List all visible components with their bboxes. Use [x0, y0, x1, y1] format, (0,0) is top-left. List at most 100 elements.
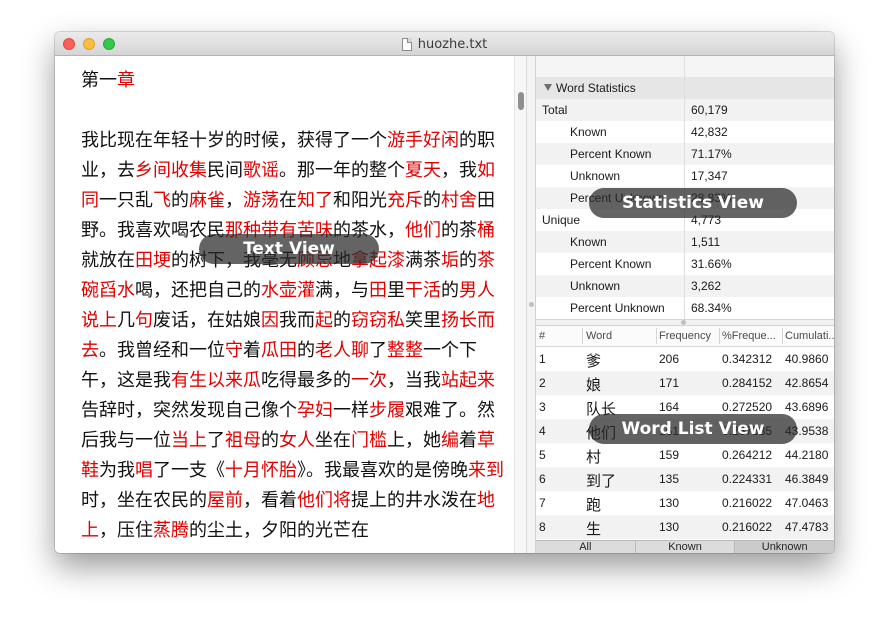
- highlighted-word[interactable]: 屋前: [207, 490, 243, 511]
- highlighted-word[interactable]: 唱: [135, 460, 153, 481]
- word-list-row[interactable]: 5 村 159 0.264212 44.2180: [536, 443, 834, 467]
- word-list-row[interactable]: 1 爹 206 0.342312 40.9860: [536, 347, 834, 371]
- column-header-word[interactable]: Word: [586, 330, 654, 342]
- statistics-row[interactable]: Unknown 17,347: [536, 165, 834, 187]
- highlighted-word[interactable]: 干活: [405, 280, 441, 301]
- highlighted-word[interactable]: 一次: [351, 370, 387, 391]
- highlighted-word[interactable]: 站起来: [441, 370, 495, 391]
- highlighted-word[interactable]: 当上: [171, 430, 207, 451]
- vertical-splitter[interactable]: [526, 56, 536, 553]
- text-run: 满茶: [405, 250, 441, 271]
- statistics-row[interactable]: Percent Unknown 68.34%: [536, 297, 834, 319]
- word-rank: 7: [539, 496, 546, 510]
- highlighted-word[interactable]: 他们将: [297, 490, 351, 511]
- highlighted-word[interactable]: 田埂: [135, 250, 171, 271]
- text-scrollbar-thumb[interactable]: [518, 92, 524, 110]
- highlighted-word[interactable]: 瓜田: [261, 340, 297, 361]
- highlighted-word[interactable]: 起: [315, 310, 333, 331]
- highlighted-word[interactable]: 窃窃私: [351, 310, 405, 331]
- highlighted-word[interactable]: 游手好闲: [387, 130, 459, 151]
- highlighted-word[interactable]: 蒸腾: [153, 520, 189, 541]
- text-run: 的: [441, 280, 459, 301]
- word-frequency: 130: [659, 496, 680, 510]
- highlighted-word[interactable]: 句: [135, 310, 153, 331]
- highlighted-word[interactable]: 编: [441, 430, 459, 451]
- word-cumulative: 42.8654: [785, 376, 829, 390]
- highlighted-word[interactable]: 村舍: [441, 190, 477, 211]
- statistic-label: Known: [570, 235, 607, 249]
- word-rank: 5: [539, 448, 546, 462]
- highlighted-word[interactable]: 田: [369, 280, 387, 301]
- right-pane: Word Statistics Total 60,179 Known 42,832 Pe…: [536, 56, 834, 553]
- statistics-row[interactable]: Percent Known 71.17%: [536, 143, 834, 165]
- word-list-row[interactable]: 6 到了 135 0.224331 46.3849: [536, 467, 834, 491]
- highlighted-word[interactable]: 孕妇: [297, 400, 333, 421]
- highlighted-word[interactable]: 祖母: [225, 430, 261, 451]
- statistics-row[interactable]: Known 1,511: [536, 231, 834, 253]
- text-run: 一只乱: [99, 190, 153, 211]
- text-run: 第一: [81, 70, 117, 91]
- highlighted-word[interactable]: 桶: [477, 220, 495, 241]
- word-percent-frequency: 0.342312: [722, 352, 773, 366]
- statistic-label: Known: [570, 125, 607, 139]
- tab-unknown[interactable]: Unknown: [735, 541, 834, 553]
- statistic-label: Unique: [542, 213, 581, 227]
- highlighted-word[interactable]: 来到: [468, 460, 504, 481]
- text-run: 时，坐在农民的: [81, 490, 207, 511]
- highlighted-word[interactable]: 章: [117, 70, 135, 91]
- text-run: 的: [171, 190, 189, 211]
- statistic-value: 68.34%: [691, 301, 732, 315]
- text-run: ，: [225, 190, 243, 211]
- column-header-cumulative[interactable]: Cumulati...: [785, 330, 834, 342]
- statistics-group-row[interactable]: Word Statistics: [536, 77, 834, 99]
- tab-known[interactable]: Known: [636, 541, 736, 553]
- highlighted-word[interactable]: 有生以来瓜: [171, 370, 261, 391]
- highlighted-word[interactable]: 他们: [405, 220, 441, 241]
- word-percent-frequency: 0.284152: [722, 376, 773, 390]
- highlighted-word[interactable]: 充斥: [387, 190, 423, 211]
- statistics-row[interactable]: Percent Known 31.66%: [536, 253, 834, 275]
- highlighted-word[interactable]: 夏天: [405, 160, 441, 181]
- highlighted-word[interactable]: 整整: [387, 340, 423, 361]
- column-header-percent-frequency[interactable]: %Freque...: [722, 330, 780, 342]
- highlighted-word[interactable]: 水壶灌: [261, 280, 315, 301]
- statistics-row[interactable]: Unknown 3,262: [536, 275, 834, 297]
- text-run: 》。我最喜欢的是傍晚: [297, 460, 468, 481]
- highlighted-word[interactable]: 因: [261, 310, 279, 331]
- word-frequency: 135: [659, 472, 680, 486]
- text-run: ，压住: [99, 520, 153, 541]
- highlighted-word[interactable]: 歌谣: [243, 160, 279, 181]
- highlighted-word[interactable]: 老人聊: [315, 340, 369, 361]
- column-header-rank[interactable]: #: [539, 330, 579, 342]
- highlighted-word[interactable]: 女人: [279, 430, 315, 451]
- text-run: 了一支《: [153, 460, 225, 481]
- text-view[interactable]: 第一章 我比现在年轻十岁的时候，获得了一个游手好闲的职业，去乡间收集民间歌谣。那…: [55, 56, 514, 553]
- column-header-frequency[interactable]: Frequency: [659, 330, 719, 342]
- highlighted-word[interactable]: 十月怀胎: [225, 460, 297, 481]
- text-run: 的: [423, 190, 441, 211]
- text-run: 满，与: [315, 280, 369, 301]
- highlighted-word[interactable]: 垢: [441, 250, 459, 271]
- highlighted-word[interactable]: 麻雀: [189, 190, 225, 211]
- highlighted-word[interactable]: 飞: [153, 190, 171, 211]
- tab-all[interactable]: All: [536, 541, 636, 553]
- word-list-row[interactable]: 2 娘 171 0.284152 42.8654: [536, 371, 834, 395]
- highlighted-word[interactable]: 步履: [369, 400, 405, 421]
- word-cumulative: 40.9860: [785, 352, 829, 366]
- word-text: 娘: [586, 376, 602, 394]
- highlighted-word[interactable]: 知了: [297, 190, 333, 211]
- highlighted-word[interactable]: 游荡: [243, 190, 279, 211]
- text-run: 在: [279, 190, 297, 211]
- word-list-row[interactable]: 7 跑 130 0.216022 47.0463: [536, 491, 834, 515]
- disclosure-triangle-icon[interactable]: [544, 84, 552, 91]
- text-run: ，当我: [387, 370, 441, 391]
- horizontal-splitter[interactable]: [536, 319, 834, 326]
- statistics-row[interactable]: Known 42,832: [536, 121, 834, 143]
- statistics-row[interactable]: Total 60,179: [536, 99, 834, 121]
- text-content[interactable]: 第一章 我比现在年轻十岁的时候，获得了一个游手好闲的职业，去乡间收集民间歌谣。那…: [81, 66, 509, 546]
- highlighted-word[interactable]: 门槛: [351, 430, 387, 451]
- word-filter-tabs: All Known Unknown: [536, 540, 834, 553]
- highlighted-word[interactable]: 守: [225, 340, 243, 361]
- highlighted-word[interactable]: 乡间收集: [135, 160, 207, 181]
- word-list-row[interactable]: 8 生 130 0.216022 47.4783: [536, 515, 834, 539]
